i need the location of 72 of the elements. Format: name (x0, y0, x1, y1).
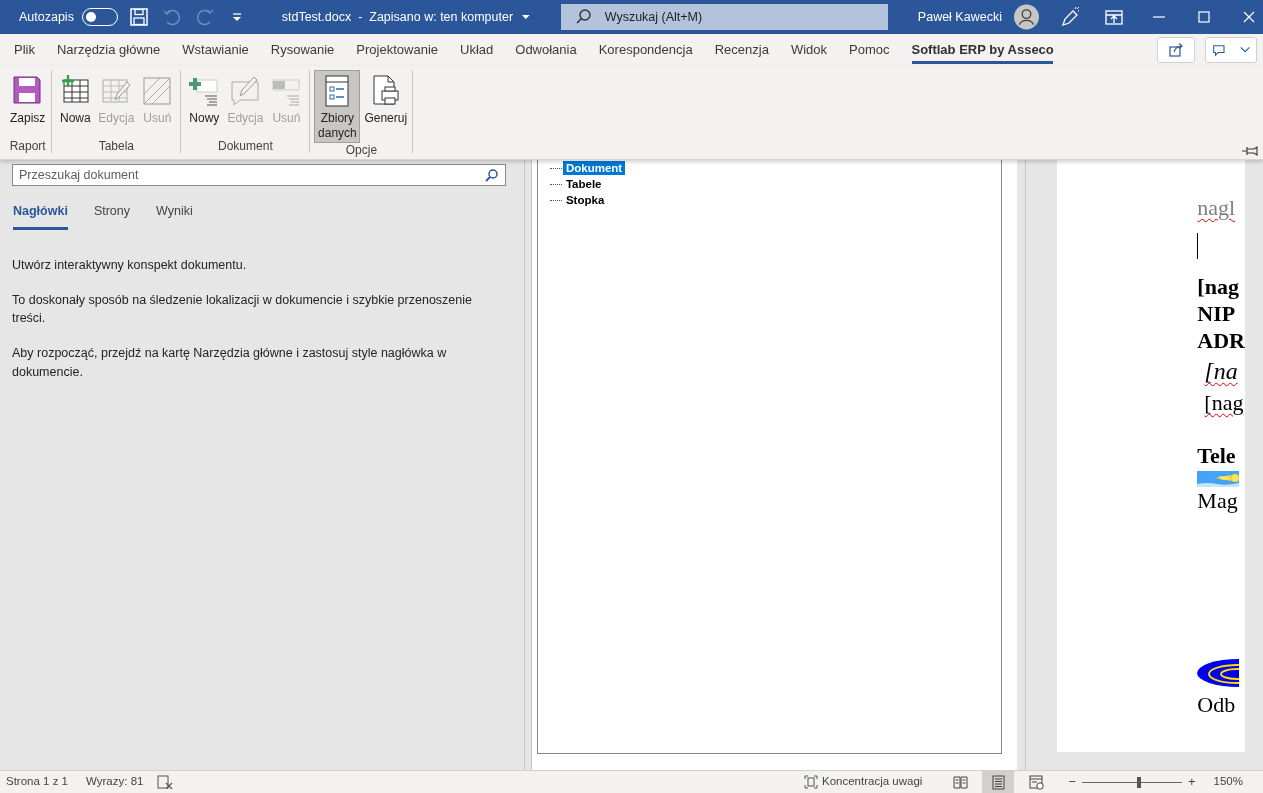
zoom-in-button[interactable]: + (1188, 772, 1196, 792)
focus-icon (804, 775, 818, 789)
document-text: Tele (1197, 442, 1236, 469)
pen-icon[interactable] (1059, 7, 1080, 27)
ribbon-button[interactable]: Nowy (185, 70, 224, 139)
ribbon-button[interactable]: Zapisz (8, 70, 48, 139)
share-button[interactable] (1157, 37, 1195, 63)
ribbon-tab[interactable]: Projektowanie (348, 35, 446, 65)
save-icon[interactable] (127, 6, 150, 28)
page-count: Strona 1 z 1 (6, 774, 68, 790)
word-count: Wyrazy: 81 (86, 774, 144, 790)
ribbon-tab[interactable]: Odwołania (507, 35, 585, 65)
ribbon-tab[interactable]: Plik (6, 35, 43, 65)
avatar-icon[interactable] (1013, 4, 1039, 30)
search-icon (574, 8, 593, 26)
document-text: [na (1204, 358, 1238, 385)
search-field[interactable]: Przeszukaj dokument (12, 164, 506, 186)
group-label: Raport (9, 139, 46, 153)
help-text: Aby rozpocząć, przejdź na kartę Narzędzia główne i zastosuj style nagłówka w dokumencie. (12, 345, 448, 381)
search-icon (483, 168, 499, 182)
help-text: To doskonały sposób na śledzenie lokalizacji w dokumencie i szybkie przenoszenie treści. (12, 291, 473, 328)
document-text: [nag (1197, 273, 1239, 300)
pane-tab[interactable]: Strony (93, 202, 130, 230)
document-text: Odb (1197, 691, 1236, 718)
autosave-label: Autozapis (19, 8, 74, 26)
zoom-level: 150% (1213, 774, 1243, 790)
ribbon-button[interactable]: Nowa (56, 70, 95, 139)
proofing-icon[interactable] (157, 775, 174, 789)
pane-tab[interactable]: Nagłówki (13, 202, 68, 230)
ribbon-tab[interactable]: Wstawianie (174, 35, 257, 65)
ribbon-button[interactable]: Zbiory danych (314, 70, 361, 143)
document-text: nagl (1197, 194, 1236, 221)
text-cursor (1197, 233, 1199, 259)
ribbon-tab[interactable]: Recenzja (706, 35, 777, 65)
group-label: Dokument (218, 139, 273, 153)
zoom-out-button[interactable]: − (1068, 772, 1076, 792)
print-layout-icon (990, 774, 1006, 790)
tree-item[interactable]: Dokument (562, 161, 626, 175)
ribbon-tab[interactable]: Softlab ERP by Asseco (903, 35, 1062, 65)
search-field[interactable]: Wyszukaj (Alt+M) (560, 4, 888, 30)
dropdown-icon[interactable] (521, 13, 531, 21)
view-button[interactable] (982, 771, 1015, 793)
search-placeholder: Wyszukaj (Alt+M) (604, 8, 703, 26)
ribbon-button[interactable]: Generuj (362, 70, 409, 143)
tree-item[interactable]: Stopka (562, 193, 608, 207)
ribbon-tab[interactable]: Rysowanie (262, 35, 343, 65)
comment-icon (1212, 42, 1226, 58)
share-icon (1168, 42, 1184, 58)
ribbon-tab[interactable]: Pomoc (841, 35, 898, 65)
help-text: Utwórz interaktywny konspekt dokumentu. (12, 256, 248, 274)
ribbon-tab[interactable]: Narzędzia główne (48, 35, 169, 65)
user-name: Paweł Kawecki (917, 8, 1002, 26)
comments-button[interactable] (1205, 37, 1257, 63)
group-label: Opcje (345, 143, 378, 157)
ribbon-display-icon[interactable] (1104, 7, 1125, 27)
document-text: [nag (1204, 389, 1244, 416)
document-text: NIP (1197, 300, 1236, 327)
document-text: Mag (1197, 487, 1238, 514)
document-text: ADR (1197, 327, 1245, 354)
read-mode-icon (952, 774, 968, 790)
focus-button[interactable]: Koncentracja uwagi (804, 773, 923, 791)
ribbon-tab[interactable]: Widok (782, 35, 835, 65)
document-title: stdTest.docx - Zapisano w: ten komputer (281, 8, 514, 26)
ribbon-tab[interactable]: Układ (452, 35, 502, 65)
group-label: Tabela (98, 139, 135, 153)
tree-item[interactable]: Tabele (562, 177, 605, 191)
pane-tab[interactable]: Wyniki (156, 202, 193, 230)
caret-icon (1239, 46, 1250, 54)
zoom-slider-thumb[interactable] (1137, 776, 1141, 788)
web-layout-icon (1028, 774, 1044, 790)
ribbon-tab[interactable]: Korespondencja (590, 35, 701, 65)
pin-icon[interactable] (1241, 145, 1259, 157)
